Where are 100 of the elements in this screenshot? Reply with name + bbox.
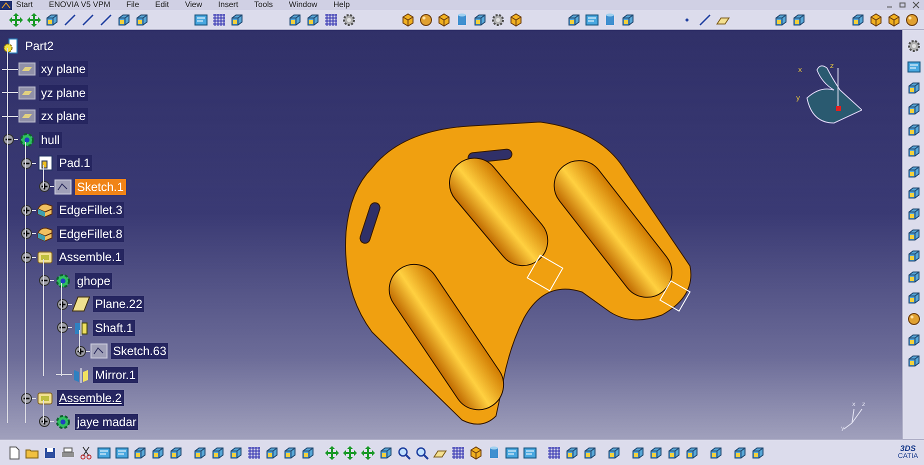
gear-icon[interactable]	[341, 12, 358, 28]
grid-icon[interactable]	[450, 444, 466, 460]
part-feature-icon[interactable]	[906, 101, 922, 117]
part-feature-icon[interactable]	[264, 444, 280, 460]
app-logo-icon[interactable]	[0, 0, 12, 10]
part-feature-icon[interactable]	[228, 12, 245, 28]
part-feature-icon[interactable]	[906, 248, 922, 264]
grid-icon[interactable]	[323, 12, 340, 28]
sphere-icon[interactable]	[906, 311, 922, 327]
grid-icon[interactable]	[546, 444, 562, 460]
part-feature-icon[interactable]	[906, 206, 922, 222]
gear-icon[interactable]	[906, 38, 922, 54]
cube-icon[interactable]	[868, 12, 884, 28]
magnifier-icon[interactable]	[396, 444, 412, 460]
part-feature-icon[interactable]	[906, 122, 922, 138]
part-feature-icon[interactable]	[168, 444, 184, 460]
sheet-icon[interactable]	[584, 12, 600, 28]
menu-item[interactable]: File	[118, 0, 148, 10]
part-feature-icon[interactable]	[732, 444, 748, 460]
line-icon[interactable]	[62, 12, 78, 28]
cube-icon[interactable]	[400, 12, 416, 28]
part-feature-icon[interactable]	[906, 353, 922, 369]
menu-item[interactable]: Start	[12, 0, 41, 10]
part-feature-icon[interactable]	[630, 444, 646, 460]
tree-node-label[interactable]: jaye madar	[75, 414, 138, 430]
sphere-icon[interactable]	[904, 12, 920, 28]
part-feature-icon[interactable]	[850, 12, 866, 28]
sphere-icon[interactable]	[418, 12, 434, 28]
menu-item[interactable]: Insert	[210, 0, 246, 10]
tree-node-label[interactable]: EdgeFillet.8	[57, 226, 124, 242]
tree-node-label[interactable]: Shaft.1	[93, 320, 136, 336]
sheet-icon[interactable]	[192, 12, 209, 28]
part-feature-icon[interactable]	[906, 164, 922, 180]
sheet-icon[interactable]	[906, 59, 922, 75]
tree-node-label[interactable]: ghope	[75, 272, 112, 289]
part-feature-icon[interactable]	[906, 290, 922, 306]
sheet-icon[interactable]	[504, 444, 520, 460]
cube-icon[interactable]	[468, 444, 484, 460]
tree-node-label[interactable]: EdgeFillet.3	[57, 202, 124, 218]
tree-node-label[interactable]: Sketch.63	[111, 343, 168, 360]
move-arrows-icon[interactable]	[324, 444, 340, 460]
minus-icon[interactable]	[20, 392, 32, 404]
magnifier-icon[interactable]	[414, 444, 430, 460]
plus-icon[interactable]	[56, 298, 68, 310]
minus-icon[interactable]	[2, 134, 14, 146]
menu-item[interactable]: Window	[280, 0, 326, 10]
cube-icon[interactable]	[436, 12, 452, 28]
sheet-icon[interactable]	[96, 444, 112, 460]
minus-icon[interactable]	[20, 158, 32, 169]
sheet-icon[interactable]	[522, 444, 538, 460]
minus-icon[interactable]	[38, 275, 50, 286]
part-feature-icon[interactable]	[791, 12, 808, 28]
part-feature-icon[interactable]	[116, 12, 132, 28]
line-icon[interactable]	[80, 12, 96, 28]
menu-item[interactable]: View	[176, 0, 210, 10]
part-feature-icon[interactable]	[606, 444, 622, 460]
menu-item[interactable]: ENOVIA V5 VPM	[40, 0, 118, 10]
tree-node-label[interactable]: Assemble.2	[57, 390, 124, 406]
grid-icon[interactable]	[210, 12, 227, 28]
part-feature-icon[interactable]	[228, 444, 244, 460]
part-feature-icon[interactable]	[564, 444, 580, 460]
part-feature-icon[interactable]	[906, 269, 922, 285]
part-feature-icon[interactable]	[282, 444, 298, 460]
tree-node-label[interactable]: Pad.1	[57, 155, 92, 172]
part-feature-icon[interactable]	[906, 332, 922, 348]
tree-node-label[interactable]: xy plane	[39, 61, 88, 78]
part-feature-icon[interactable]	[305, 12, 322, 28]
part-feature-icon[interactable]	[44, 12, 60, 28]
cube-icon[interactable]	[886, 12, 902, 28]
tree-node-label[interactable]: Part2	[23, 38, 56, 54]
plus-icon[interactable]	[74, 346, 86, 357]
part-feature-icon[interactable]	[192, 444, 208, 460]
scissors-icon[interactable]	[78, 444, 94, 460]
part-feature-icon[interactable]	[906, 143, 922, 159]
line-icon[interactable]	[98, 12, 114, 28]
cube-icon[interactable]	[508, 12, 524, 28]
part-feature-icon[interactable]	[750, 444, 766, 460]
tree-node-label[interactable]: Plane.22	[93, 296, 144, 312]
minus-icon[interactable]	[20, 252, 32, 263]
tree-node-label[interactable]: yz plane	[39, 84, 88, 101]
part-feature-icon[interactable]	[906, 185, 922, 201]
menu-item[interactable]: Tools	[246, 0, 281, 10]
plus-icon[interactable]	[20, 228, 32, 240]
part-feature-icon[interactable]	[378, 444, 394, 460]
part-feature-icon[interactable]	[134, 12, 150, 28]
tree-node-label[interactable]: zx plane	[39, 108, 88, 124]
part-feature-icon[interactable]	[773, 12, 790, 28]
menu-item[interactable]: Help	[325, 0, 358, 10]
part-feature-icon[interactable]	[666, 444, 682, 460]
tree-node-label[interactable]: Mirror.1	[93, 366, 138, 383]
menu-item[interactable]: Edit	[147, 0, 177, 10]
part-feature-icon[interactable]	[300, 444, 316, 460]
line-icon[interactable]	[696, 12, 713, 28]
tree-node-label[interactable]: Assemble.1	[57, 249, 124, 266]
grid-icon[interactable]	[246, 444, 262, 460]
part-feature-icon[interactable]	[906, 80, 922, 96]
plus-icon[interactable]	[20, 204, 32, 216]
plus-icon[interactable]	[38, 416, 50, 428]
move-arrows-icon[interactable]	[342, 444, 358, 460]
part-feature-icon[interactable]	[906, 227, 922, 243]
